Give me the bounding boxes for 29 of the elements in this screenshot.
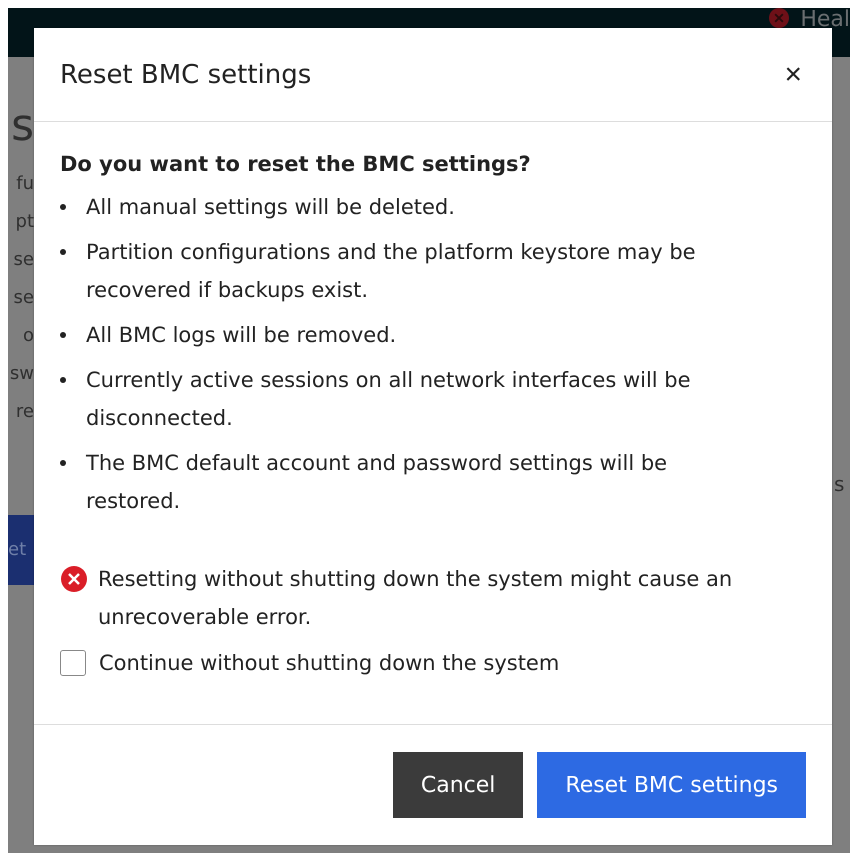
page-text: pt bbox=[16, 210, 34, 234]
cancel-button[interactable]: Cancel bbox=[392, 752, 524, 818]
checkbox-label: Continue without shutting down the system bbox=[99, 650, 560, 677]
page-text: o bbox=[22, 324, 34, 348]
health-status: Heal bbox=[800, 8, 850, 32]
error-icon bbox=[60, 565, 88, 593]
page-text: fu bbox=[16, 172, 34, 196]
dialog-question: Do you want to reset the BMC settings? bbox=[60, 152, 532, 176]
page-text: re bbox=[16, 400, 34, 424]
page-text: se bbox=[14, 248, 34, 272]
bullet-text: Currently active sessions on all network interfaces will be disconnected. bbox=[86, 367, 692, 432]
close-button[interactable]: × bbox=[780, 58, 806, 92]
bullet-icon bbox=[60, 204, 66, 210]
dialog-title: Reset BMC settings bbox=[60, 60, 312, 90]
bullet-text: All BMC logs will be removed. bbox=[86, 322, 396, 349]
bullet-icon bbox=[60, 332, 66, 338]
bullet-text: All manual settings will be deleted. bbox=[86, 194, 455, 221]
warning-text: Resetting without shutting down the system might cause an unrecoverable error. bbox=[98, 566, 734, 631]
bullet-icon bbox=[60, 377, 66, 383]
bullet-icon bbox=[60, 460, 66, 466]
reset-button[interactable]: Reset BMC settings bbox=[537, 752, 806, 818]
page-text: s bbox=[834, 472, 846, 498]
page-text: s bbox=[11, 101, 34, 151]
bullet-text: Partition configurations and the platform keystore may be recovered if backups exist. bbox=[86, 239, 697, 304]
page-text: se bbox=[14, 286, 34, 310]
page-text: sw bbox=[10, 362, 34, 386]
bullet-icon bbox=[60, 249, 66, 255]
checkbox[interactable] bbox=[60, 650, 86, 676]
bullet-text: The BMC default account and password settings will be restored. bbox=[86, 450, 668, 515]
